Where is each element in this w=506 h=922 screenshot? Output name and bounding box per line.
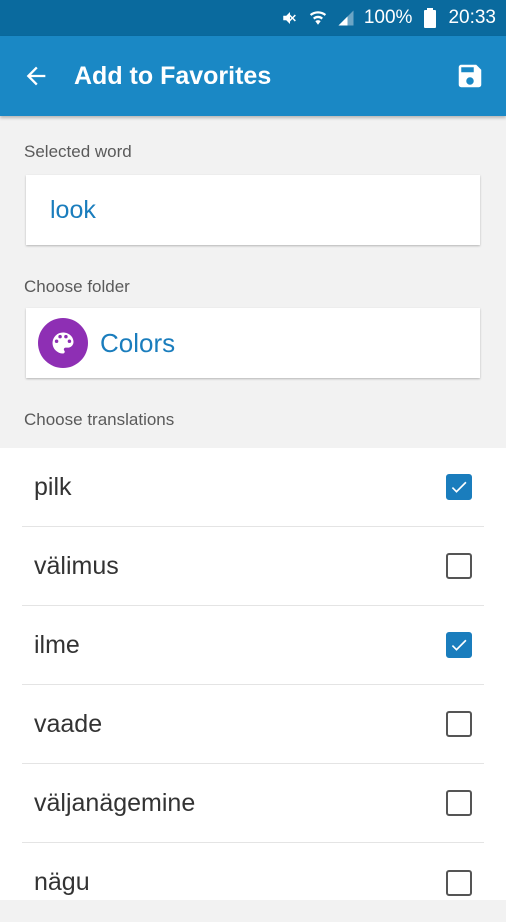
choose-translations-label: Choose translations — [24, 410, 175, 429]
translation-word: ilme — [34, 630, 80, 659]
translation-word: välimus — [34, 551, 119, 580]
selected-word-field[interactable]: look — [26, 175, 480, 245]
app-bar: Add to Favorites — [0, 36, 506, 116]
translation-word: vaade — [34, 709, 103, 738]
mute-icon — [280, 8, 300, 28]
choose-folder-label: Choose folder — [24, 277, 130, 296]
selected-word-label: Selected word — [24, 142, 132, 161]
page-title: Add to Favorites — [74, 61, 272, 90]
arrow-back-icon — [26, 66, 46, 86]
clock: 20:33 — [448, 7, 496, 28]
check-icon — [451, 481, 467, 493]
folder-selector[interactable]: Colors — [26, 308, 480, 378]
translation-checkbox[interactable] — [446, 790, 472, 816]
signal-icon — [336, 8, 356, 28]
translation-word: nägu — [34, 868, 90, 896]
translation-checkbox[interactable] — [446, 711, 472, 737]
translation-word: väljanägemine — [34, 788, 196, 817]
translation-checkbox[interactable] — [446, 632, 472, 658]
translation-row[interactable]: väljanägemine — [22, 764, 484, 843]
translation-row[interactable]: ilme — [22, 606, 484, 685]
check-icon — [451, 639, 467, 651]
translation-word: pilk — [34, 472, 72, 501]
battery-icon — [420, 8, 440, 28]
folder-name: Colors — [100, 327, 176, 358]
save-icon — [458, 64, 482, 88]
translation-row[interactable]: nägu — [22, 843, 484, 922]
translation-row[interactable]: vaade — [22, 685, 484, 764]
translation-row[interactable]: välimus — [22, 527, 484, 606]
battery-percent: 100% — [363, 7, 413, 28]
translation-row[interactable]: pilk — [22, 448, 484, 527]
save-button[interactable] — [452, 58, 488, 94]
wifi-icon — [308, 8, 328, 28]
status-bar: 100% 20:33 — [0, 0, 506, 36]
translation-checkbox[interactable] — [446, 553, 472, 579]
palette-icon — [38, 318, 88, 368]
back-button[interactable] — [18, 58, 54, 94]
translation-list: pilk välimus ilme vaade väljanägemine nä… — [0, 448, 506, 900]
translation-checkbox[interactable] — [446, 474, 472, 500]
selected-word-value: look — [50, 195, 96, 224]
translation-checkbox[interactable] — [446, 869, 472, 896]
